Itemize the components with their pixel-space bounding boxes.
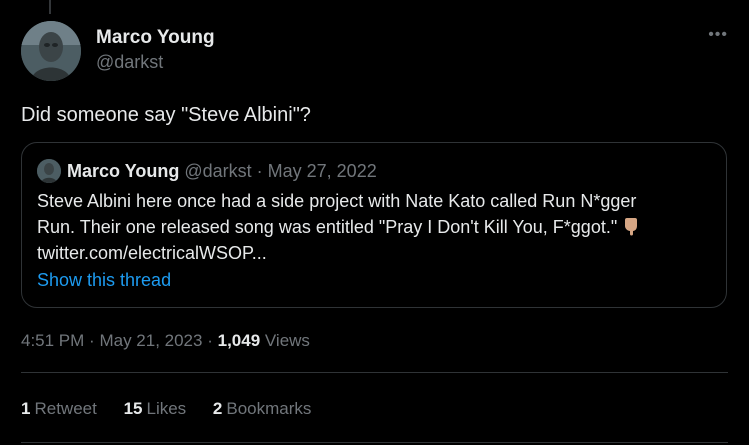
quoted-tweet[interactable]: Marco Young @darkst · May 27, 2022 Steve… — [21, 142, 727, 308]
bookmarks-label: Bookmarks — [226, 399, 312, 418]
avatar[interactable] — [21, 21, 81, 81]
more-horizontal-icon[interactable]: ••• — [708, 26, 728, 44]
author-info: Marco Young @darkst — [96, 27, 215, 73]
quoted-text-line-1: Steve Albini here once had a side projec… — [37, 191, 637, 211]
tweet-meta: 4:51 PM · May 21, 2023 · 1,049 Views — [21, 330, 310, 352]
views-label: Views — [264, 331, 310, 350]
thread-line — [49, 0, 51, 14]
meta-separator: · — [89, 331, 95, 350]
author-name[interactable]: Marco Young — [96, 27, 215, 49]
divider — [21, 372, 728, 373]
quoted-tweet-header: Marco Young @darkst · May 27, 2022 — [37, 159, 377, 183]
quoted-avatar — [37, 159, 61, 183]
meta-separator-2: · — [207, 331, 213, 350]
author-handle[interactable]: @darkst — [96, 51, 215, 73]
bookmarks-count: 2 — [212, 399, 223, 418]
retweets-count: 1 — [21, 399, 31, 418]
separator-dot: · — [256, 160, 263, 181]
quoted-tweet-text: Steve Albini here once had a side projec… — [37, 188, 709, 266]
divider-bottom — [21, 442, 728, 443]
quoted-author-name: Marco Young — [67, 160, 180, 181]
tweet-text: Did someone say "Steve Albini"? — [21, 104, 311, 126]
likes-count: 15 — [123, 399, 143, 418]
quoted-date: May 27, 2022 — [267, 160, 377, 181]
backhand-index-pointing-down-icon — [621, 216, 641, 236]
quoted-author-handle: @darkst — [184, 160, 252, 181]
tweet-date[interactable]: May 21, 2023 — [99, 331, 202, 350]
quoted-text-line-2: Run. Their one released song was entitle… — [37, 217, 618, 237]
likes-stat[interactable]: 15 Likes — [124, 399, 191, 418]
views-count: 1,049 — [217, 331, 261, 350]
engagement-stats: 1 Retweet 15 Likes 2 Bookmarks — [21, 398, 333, 420]
quoted-link-text[interactable]: twitter.com/electricalWSOP... — [37, 243, 267, 263]
show-thread-link[interactable]: Show this thread — [37, 269, 171, 291]
retweets-stat[interactable]: 1 Retweet — [21, 399, 102, 418]
retweets-label: Retweet — [34, 399, 97, 418]
quoted-avatar-image — [37, 159, 61, 183]
likes-label: Likes — [146, 399, 187, 418]
bookmarks-stat[interactable]: 2 Bookmarks — [213, 399, 312, 418]
tweet-time[interactable]: 4:51 PM — [21, 331, 84, 350]
avatar-image — [21, 21, 81, 81]
